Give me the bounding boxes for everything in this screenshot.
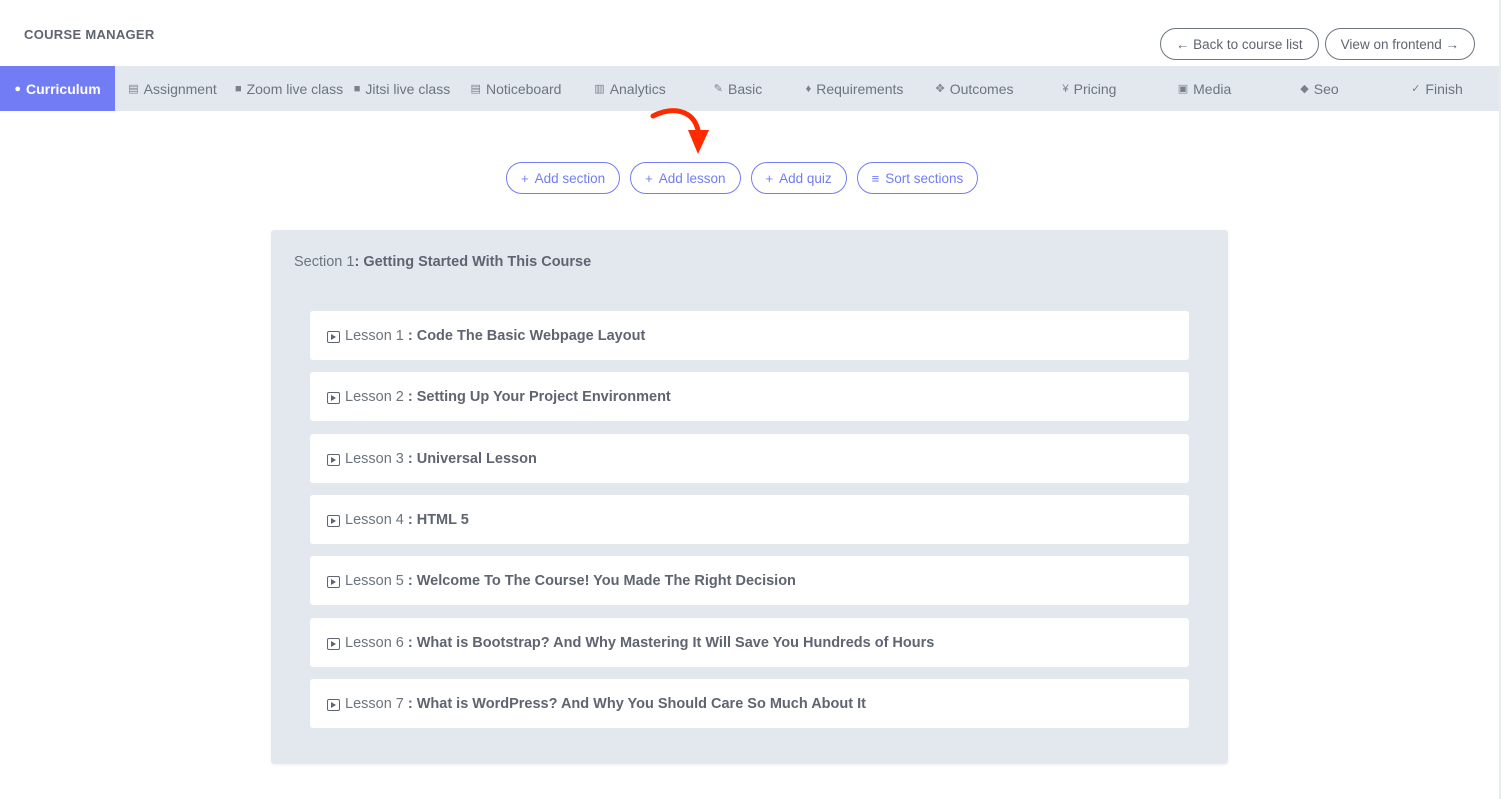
lesson-prefix: Lesson 7 [345, 695, 404, 712]
lesson-prefix: Lesson 1 [345, 327, 404, 344]
lesson-item[interactable]: Lesson 3 : Universal Lesson [310, 434, 1189, 483]
play-icon [327, 330, 340, 343]
tab-label: Noticeboard [485, 80, 562, 97]
lesson-prefix: Lesson 4 [345, 511, 404, 528]
add-lesson-button[interactable]: + Add lesson [630, 162, 741, 194]
sort-sections-button[interactable]: ≡ Sort sections [856, 162, 979, 194]
back-to-course-list-button[interactable]: ← Back to course list [1159, 28, 1319, 60]
lesson-title: : Setting Up Your Project Environment [407, 388, 671, 405]
lesson-title: : HTML 5 [407, 511, 469, 528]
curriculum-actions: + Add section + Add lesson + Add quiz ≡ … [506, 162, 979, 194]
play-icon [327, 514, 340, 527]
lesson-item[interactable]: Lesson 1 : Code The Basic Webpage Layout [310, 311, 1189, 360]
lesson-prefix: Lesson 3 [345, 450, 404, 467]
lesson-item[interactable]: Lesson 4 : HTML 5 [310, 495, 1189, 544]
add-section-button[interactable]: + Add section [506, 162, 621, 194]
tab-curriculum[interactable]: ● Curriculum [0, 66, 115, 111]
tab-label: Finish [1425, 80, 1463, 97]
tab-seo[interactable]: ◆ Seo [1262, 66, 1377, 111]
tab-label: Curriculum [25, 80, 101, 97]
course-tabs: ● Curriculum ▤ Assignment ■ Zoom live cl… [0, 66, 1499, 111]
tab-requirements[interactable]: ♦ Requirements [792, 66, 917, 111]
clipboard-icon: ▤ [470, 83, 481, 95]
tab-assignment[interactable]: ▤ Assignment [115, 66, 230, 111]
plus-icon: + [521, 170, 529, 186]
lesson-title: : What is WordPress? And Why You Should … [407, 695, 866, 712]
tab-analytics[interactable]: ▥ Analytics [576, 66, 684, 111]
video-camera-icon: ■ [353, 82, 361, 95]
plus-icon: + [765, 170, 774, 186]
play-icon [327, 575, 340, 588]
play-icon [327, 698, 340, 711]
lesson-prefix: Lesson 2 [345, 388, 404, 405]
tab-label: Zoom live class [246, 80, 344, 97]
page-title: COURSE MANAGER [24, 27, 155, 42]
button-label: Add lesson [658, 170, 726, 186]
tab-label: Assignment [143, 80, 217, 97]
tab-outcomes[interactable]: ✥ Outcomes [917, 66, 1032, 111]
header-actions: ← Back to course list View on frontend → [1159, 28, 1475, 60]
section-name: : Getting Started With This Course [354, 254, 592, 270]
tab-zoom-live-class[interactable]: ■ Zoom live class [230, 66, 348, 111]
pen-icon: ✎ [713, 83, 723, 95]
tab-label: Pricing [1073, 80, 1117, 97]
tab-label: Requirements [816, 80, 904, 97]
lesson-item[interactable]: Lesson 6 : What is Bootstrap? And Why Ma… [310, 618, 1189, 667]
check-circle-icon: ✓ [1411, 83, 1421, 95]
document-icon: ▤ [128, 83, 139, 95]
button-label: Add section [534, 170, 606, 186]
yen-icon: ¥ [1062, 82, 1069, 95]
play-icon [327, 637, 340, 650]
lesson-title: : Welcome To The Course! You Made The Ri… [407, 572, 796, 589]
tab-label: Basic [727, 80, 763, 97]
lesson-title: : Universal Lesson [407, 450, 537, 467]
section-card: Section 1: Getting Started With This Cou… [271, 230, 1228, 764]
tab-label: Jitsi live class [365, 80, 451, 97]
lesson-prefix: Lesson 5 [345, 572, 404, 589]
user-circle-icon: ● [14, 82, 21, 95]
plus-icon: + [645, 170, 653, 186]
move-icon: ✥ [935, 83, 945, 95]
tab-pricing[interactable]: ¥ Pricing [1032, 66, 1147, 111]
section-title: Section 1: Getting Started With This Cou… [294, 254, 591, 270]
play-icon [327, 391, 340, 404]
lesson-item[interactable]: Lesson 2 : Setting Up Your Project Envir… [310, 372, 1189, 421]
sort-icon: ≡ [871, 170, 880, 186]
lesson-item[interactable]: Lesson 7 : What is WordPress? And Why Yo… [310, 679, 1189, 728]
tab-jitsi-live-class[interactable]: ■ Jitsi live class [348, 66, 456, 111]
video-camera-icon: ■ [234, 82, 242, 95]
play-icon [327, 453, 340, 466]
lesson-prefix: Lesson 6 [345, 634, 404, 651]
view-on-frontend-button[interactable]: View on frontend → [1324, 28, 1475, 60]
tab-label: Analytics [609, 80, 666, 97]
tab-media[interactable]: ▣ Media [1147, 66, 1262, 111]
section-prefix: Section 1 [294, 254, 355, 270]
tab-basic[interactable]: ✎ Basic [684, 66, 792, 111]
tab-label: Outcomes [949, 80, 1014, 97]
lesson-title: : Code The Basic Webpage Layout [407, 327, 646, 344]
tab-noticeboard[interactable]: ▤ Noticeboard [456, 66, 576, 111]
tab-label: Media [1193, 80, 1232, 97]
bar-chart-icon: ▥ [594, 83, 605, 95]
lesson-item[interactable]: Lesson 5 : Welcome To The Course! You Ma… [310, 556, 1189, 605]
tab-label: Seo [1313, 80, 1339, 97]
button-label: Sort sections [885, 170, 964, 186]
tab-finish[interactable]: ✓ Finish [1377, 66, 1497, 111]
lesson-title: : What is Bootstrap? And Why Mastering I… [407, 634, 935, 651]
media-icon: ▣ [1177, 83, 1189, 95]
add-quiz-button[interactable]: + Add quiz [750, 162, 847, 194]
tag-icon: ◆ [1300, 83, 1309, 95]
button-label: Add quiz [779, 170, 832, 186]
annotation-arrow-icon [650, 108, 709, 154]
bell-icon: ♦ [805, 82, 812, 95]
